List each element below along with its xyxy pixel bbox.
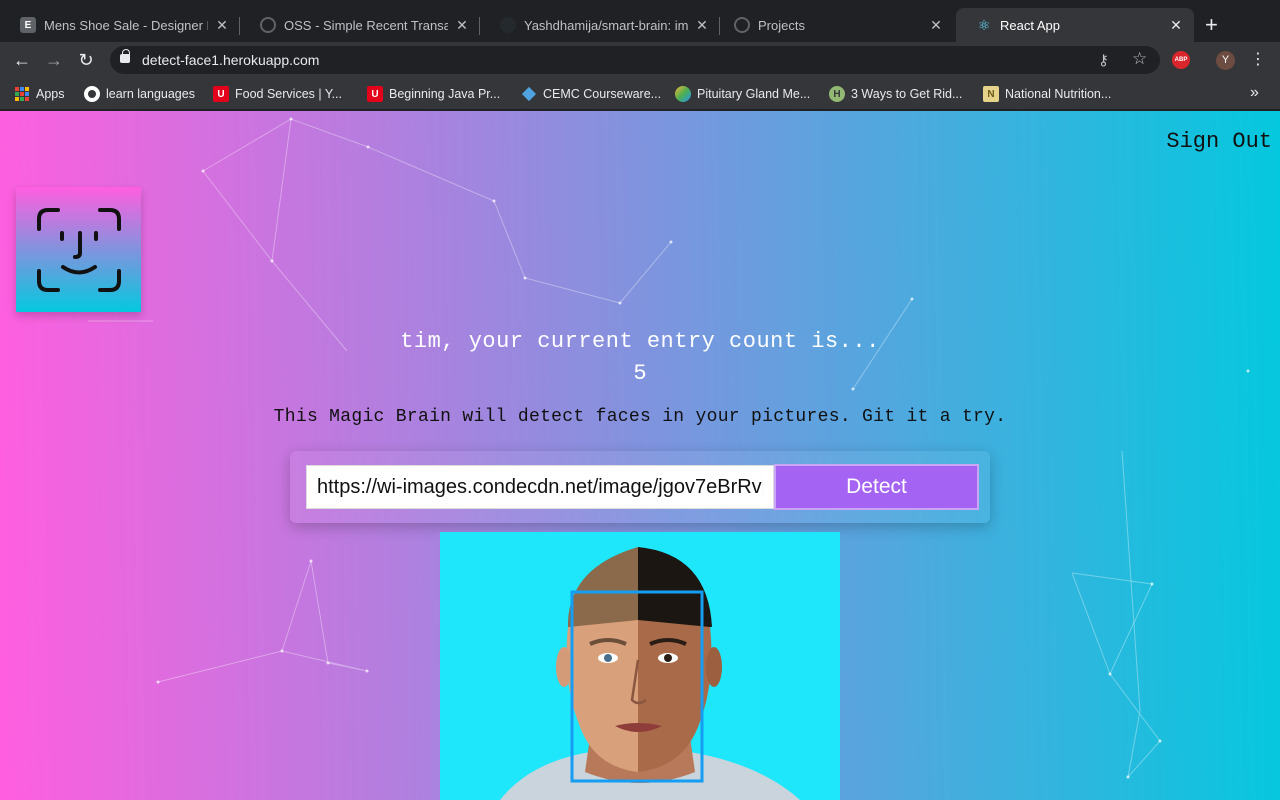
face-id-logo[interactable]	[16, 187, 141, 312]
face-image	[440, 532, 840, 800]
nn-icon: N	[983, 86, 999, 102]
bookmark-label: learn languages	[106, 87, 195, 101]
react-icon: ⚛	[977, 16, 991, 33]
star-icon[interactable]: ☆	[1132, 49, 1147, 69]
tab-title: Projects	[758, 17, 805, 33]
close-icon[interactable]: ✕	[454, 17, 470, 33]
bookmark-3-ways[interactable]: H 3 Ways to Get Rid...	[829, 84, 962, 104]
reload-icon[interactable]: ↻	[75, 49, 97, 71]
new-tab-button[interactable]: +	[1205, 14, 1218, 36]
address-bar[interactable]: detect-face1.herokuapp.com ⚷ ☆	[110, 46, 1160, 74]
browser-menu-icon[interactable]: ⋮	[1250, 50, 1266, 70]
u-icon: U	[213, 86, 229, 102]
u-icon: U	[367, 86, 383, 102]
cemc-icon	[521, 86, 537, 102]
detect-button[interactable]: Detect	[774, 464, 979, 510]
adblock-label: ABP	[1174, 57, 1188, 63]
bookmarks-bar: Apps learn languages U Food Services | Y…	[0, 78, 1280, 110]
globe-icon	[260, 17, 276, 33]
close-icon[interactable]: ✕	[928, 17, 944, 33]
globe-icon	[734, 17, 750, 33]
bookmark-label: Food Services | Y...	[235, 87, 343, 101]
profile-avatar[interactable]: Y	[1216, 51, 1235, 70]
bookmark-learn-languages[interactable]: learn languages	[84, 84, 195, 104]
tab-react-app[interactable]: ⚛ React App ✕	[956, 8, 1194, 42]
bookmark-food-services[interactable]: U Food Services | Y...	[213, 84, 342, 104]
avatar-initial: Y	[1221, 54, 1230, 66]
image-url-input[interactable]	[306, 465, 774, 509]
face-photo	[440, 532, 840, 800]
bookmark-national-nutrition[interactable]: N National Nutrition...	[983, 84, 1111, 104]
tab-title: Yashdhamija/smart-brain: image	[524, 17, 688, 33]
apps-grid-icon	[14, 86, 30, 102]
tab-strip: E Mens Shoe Sale - Designer Mens ✕ OSS -…	[0, 0, 1280, 42]
bookmark-label: Beginning Java Pr...	[389, 87, 501, 101]
app-page: Sign Out tim, your current entry count i…	[0, 111, 1280, 800]
close-icon[interactable]: ✕	[1168, 17, 1184, 33]
lock-icon	[120, 49, 130, 63]
back-arrow-icon[interactable]: ←	[11, 49, 33, 71]
tab-mens-shoe-sale[interactable]: E Mens Shoe Sale - Designer Mens ✕	[0, 8, 240, 42]
tab-title: OSS - Simple Recent Transactions	[284, 17, 448, 33]
forward-arrow-icon[interactable]: →	[43, 49, 65, 71]
leaf-icon	[675, 86, 691, 102]
tab-projects[interactable]: Projects ✕	[714, 8, 954, 42]
entry-count-value: 5	[633, 361, 647, 386]
bookmark-label: Pituitary Gland Me...	[697, 87, 811, 101]
bookmark-label: 3 Ways to Get Rid...	[851, 87, 963, 101]
tab-title: React App	[1000, 17, 1060, 33]
app-tagline: This Magic Brain will detect faces in yo…	[273, 407, 1007, 427]
face-id-icon	[36, 207, 121, 292]
tab-github-smart-brain[interactable]: Yashdhamija/smart-brain: image ✕	[480, 8, 720, 42]
address-url[interactable]: detect-face1.herokuapp.com	[142, 52, 319, 68]
bookmark-beginning-java[interactable]: U Beginning Java Pr...	[367, 84, 500, 104]
e-logo-icon: E	[20, 17, 36, 33]
bookmark-apps[interactable]: Apps	[14, 84, 65, 104]
wikihow-icon: H	[829, 86, 845, 102]
adblock-plus-icon[interactable]: ABP	[1172, 51, 1190, 69]
sign-out-link[interactable]: Sign Out	[1166, 129, 1272, 154]
image-url-form: Detect	[290, 451, 990, 523]
bookmark-cemc-courseware[interactable]: CEMC Courseware...	[521, 84, 661, 104]
key-icon[interactable]: ⚷	[1098, 51, 1109, 69]
close-icon[interactable]: ✕	[214, 17, 230, 33]
tab-oss-transactions[interactable]: OSS - Simple Recent Transactions ✕	[240, 8, 480, 42]
bookmark-label: National Nutrition...	[1005, 87, 1112, 101]
bookmark-label: CEMC Courseware...	[543, 87, 662, 101]
globe-icon	[84, 86, 100, 102]
more-bookmarks-icon[interactable]: »	[1250, 84, 1259, 102]
bookmark-label: Apps	[36, 87, 65, 101]
bookmark-pituitary-gland[interactable]: Pituitary Gland Me...	[675, 84, 810, 104]
entry-count-label: tim, your current entry count is...	[400, 329, 880, 354]
tab-title: Mens Shoe Sale - Designer Mens	[44, 17, 208, 33]
github-icon	[500, 17, 516, 33]
browser-toolbar: ← → ↻ detect-face1.herokuapp.com ⚷ ☆ ABP…	[0, 42, 1280, 78]
close-icon[interactable]: ✕	[694, 17, 710, 33]
